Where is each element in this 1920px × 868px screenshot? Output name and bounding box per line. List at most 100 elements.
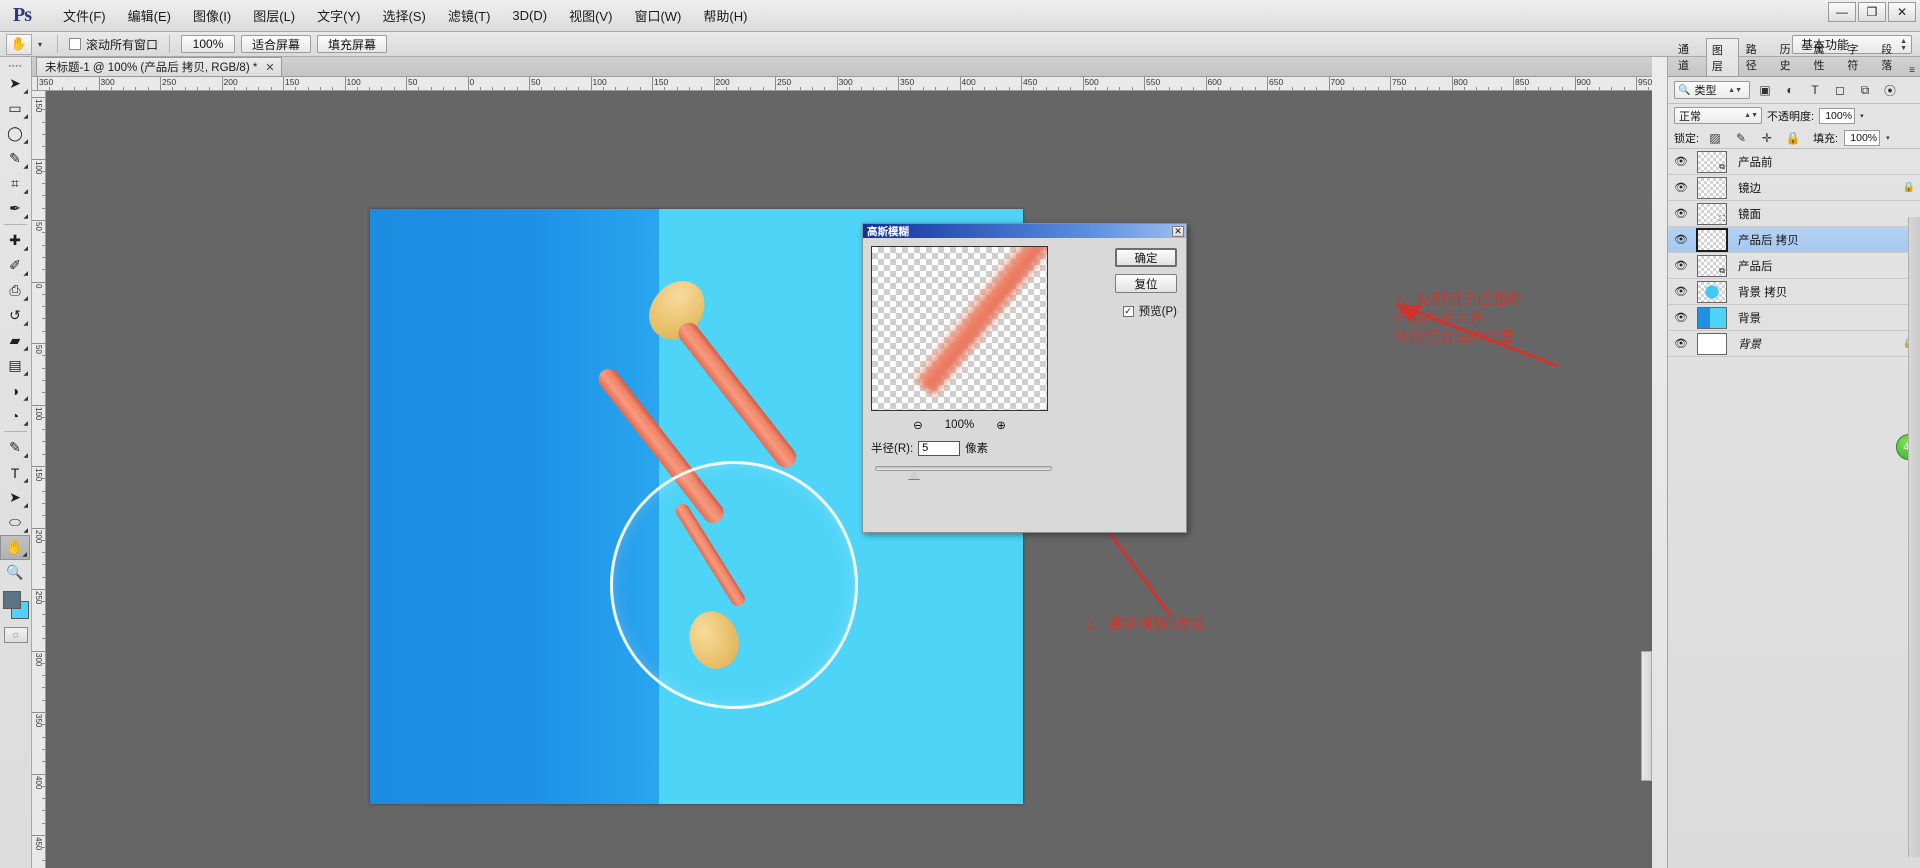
zoom-in-icon[interactable]: ⊕ [996,418,1006,432]
maximize-button[interactable]: ❐ [1858,2,1886,22]
eye-icon[interactable]: 👁 [1670,311,1692,324]
tab-channels[interactable]: 通道 [1672,37,1705,76]
tab-properties[interactable]: 属性 [1808,37,1841,76]
filter-type-select[interactable]: 🔍 类型 ▲▼ [1674,81,1750,99]
pen-tool[interactable]: ✎ ◢ [0,435,30,460]
menu-3d[interactable]: 3D(D) [501,4,558,27]
blend-mode-select[interactable]: 正常 ▲▼ [1674,107,1762,124]
menu-layer[interactable]: 图层(L) [242,2,306,29]
table-row[interactable]: 👁 ⛶ 镜面 [1668,201,1920,227]
eye-icon[interactable]: 👁 [1670,207,1692,220]
fit-screen-button[interactable]: 适合屏幕 [241,35,312,53]
type-tool[interactable]: T ◢ [0,460,30,485]
marquee-tool[interactable]: ▭ ◢ [0,96,30,121]
opacity-value[interactable]: 100% [1819,107,1856,124]
scroll-all-windows-checkbox[interactable]: 滚动所有窗口 [69,36,158,53]
list-item[interactable]: 背景 [1732,310,1898,326]
menu-view[interactable]: 视图(V) [558,2,623,29]
close-button[interactable]: ✕ [1888,2,1916,22]
filter-toggle-icon[interactable]: ⦿ [1880,81,1900,99]
filter-type-icon[interactable]: T [1805,81,1825,99]
dodge-tool[interactable]: ◔ ◢ [0,403,30,428]
list-item[interactable]: 镜面 [1732,206,1898,222]
menu-type[interactable]: 文字(Y) [306,2,371,29]
lock-transparent-icon[interactable]: ▨ [1705,129,1725,147]
table-row[interactable]: 👁 背景 [1668,305,1920,331]
list-item[interactable]: 产品前 [1732,154,1898,170]
opacity-chevron-down-icon[interactable]: ▾ [1860,112,1864,120]
ok-button[interactable]: 确定 [1115,248,1177,267]
canvas-area[interactable]: 1、复制镜子后面的 产品图放大并 移到铝合适的位置 2、高斯模糊5像素 高斯模糊… [46,91,1652,868]
eye-icon[interactable]: 👁 [1670,233,1692,246]
lasso-tool[interactable]: ◯ ◢ [0,121,30,146]
radius-slider-track[interactable] [875,466,1052,471]
tab-layers[interactable]: 图层 [1705,38,1739,76]
tool-preset-chevron-down-icon[interactable]: ▾ [38,40,42,49]
menu-edit[interactable]: 编辑(E) [117,2,182,29]
eye-icon[interactable]: 👁 [1670,181,1692,194]
list-item[interactable]: 镜边 [1732,180,1898,196]
spot-healing-tool[interactable]: ✚ ◢ [0,228,30,253]
filter-adjustment-icon[interactable]: ◐ [1780,81,1800,99]
tab-paragraph[interactable]: 段落 [1875,37,1908,76]
table-row[interactable]: 👁 背景 拷贝 [1668,279,1920,305]
ellipse-shape-tool[interactable]: ⬭ ◢ [0,510,30,535]
menu-filter[interactable]: 滤镜(T) [437,2,502,29]
preview-checkbox[interactable]: ✓ 预览(P) [1122,303,1177,319]
crop-tool[interactable]: ⌗ ◢ [0,171,30,196]
gradient-tool[interactable]: ▤ ◢ [0,353,30,378]
vertical-ruler[interactable]: 15010050050100150200250300350400450500 [32,91,46,868]
list-item[interactable]: 背景 [1732,336,1898,352]
table-row[interactable]: 👁 ⧉ 产品后 [1668,253,1920,279]
toolbox-grip[interactable]: ▪▪▪▪ [0,61,31,71]
filter-smartobject-icon[interactable]: ⧉ [1855,81,1875,99]
move-tool[interactable]: ➤ ◢ [0,71,30,96]
list-item[interactable]: 产品后 拷贝 [1732,232,1898,248]
filter-pixel-icon[interactable]: ▣ [1755,81,1775,99]
zoom-100-button[interactable]: 100% [181,35,236,53]
path-selection-tool[interactable]: ➤ ◢ [0,485,30,510]
hand-tool-icon[interactable]: ✋ [6,33,32,55]
minimize-button[interactable]: — [1828,2,1856,22]
list-item[interactable]: 背景 拷贝 [1732,284,1898,300]
fill-chevron-down-icon[interactable]: ▾ [1886,134,1890,142]
zoom-tool[interactable]: 🔍 [0,560,30,585]
fill-value[interactable]: 100% [1844,129,1881,146]
menu-select[interactable]: 选择(S) [371,2,436,29]
eyedropper-tool[interactable]: ✒ ◢ [0,196,30,221]
table-row[interactable]: 👁 产品后 拷贝 [1668,227,1920,253]
document-tab[interactable]: 未标题-1 @ 100% (产品后 拷贝, RGB/8) * ✕ [36,57,282,76]
list-item[interactable]: 产品后 [1732,258,1898,274]
brush-tool[interactable]: ✐ ◢ [0,253,30,278]
lock-all-icon[interactable]: 🔒 [1783,129,1803,147]
lock-position-icon[interactable]: ✛ [1757,129,1777,147]
menu-window[interactable]: 窗口(W) [623,2,692,29]
table-row[interactable]: 👁 ⧉ 产品前 [1668,149,1920,175]
radius-slider-thumb[interactable] [908,470,920,479]
menu-image[interactable]: 图像(I) [182,2,242,29]
eye-icon[interactable]: 👁 [1670,337,1692,350]
dialog-close-button[interactable]: ✕ [1172,225,1184,237]
clone-stamp-tool[interactable]: ⎙ ◢ [0,278,30,303]
blur-preview[interactable] [871,246,1048,411]
filter-shape-icon[interactable]: ◻ [1830,81,1850,99]
panel-menu-icon[interactable]: ≡ [1909,65,1915,76]
menu-file[interactable]: 文件(F) [52,2,117,29]
eraser-tool[interactable]: ▰ ◢ [0,328,30,353]
fill-screen-button[interactable]: 填充屏幕 [317,35,388,53]
close-icon[interactable]: ✕ [265,61,274,74]
color-swatches[interactable] [0,589,30,623]
eye-icon[interactable]: 👁 [1670,155,1692,168]
gaussian-blur-dialog[interactable]: 高斯模糊 ✕ 确定 复位 ✓ 预览(P) ⊖ 100% ⊕ 半径(R): 5 像… [862,223,1187,533]
panel-scrollbar[interactable] [1908,217,1920,857]
table-row[interactable]: 👁 背景 🔒 [1668,331,1920,357]
dialog-title-bar[interactable]: 高斯模糊 ✕ [863,224,1186,238]
radius-input[interactable]: 5 [918,440,961,456]
menu-help[interactable]: 帮助(H) [692,2,758,29]
quick-mask-button[interactable]: ◌ [3,627,28,643]
hand-tool[interactable]: ✋ ◢ [0,535,30,560]
quick-selection-tool[interactable]: ✎ ◢ [0,146,30,171]
tab-character[interactable]: 字符 [1841,37,1874,76]
foreground-color-swatch[interactable] [3,591,21,609]
history-brush-tool[interactable]: ↺ ◢ [0,303,30,328]
